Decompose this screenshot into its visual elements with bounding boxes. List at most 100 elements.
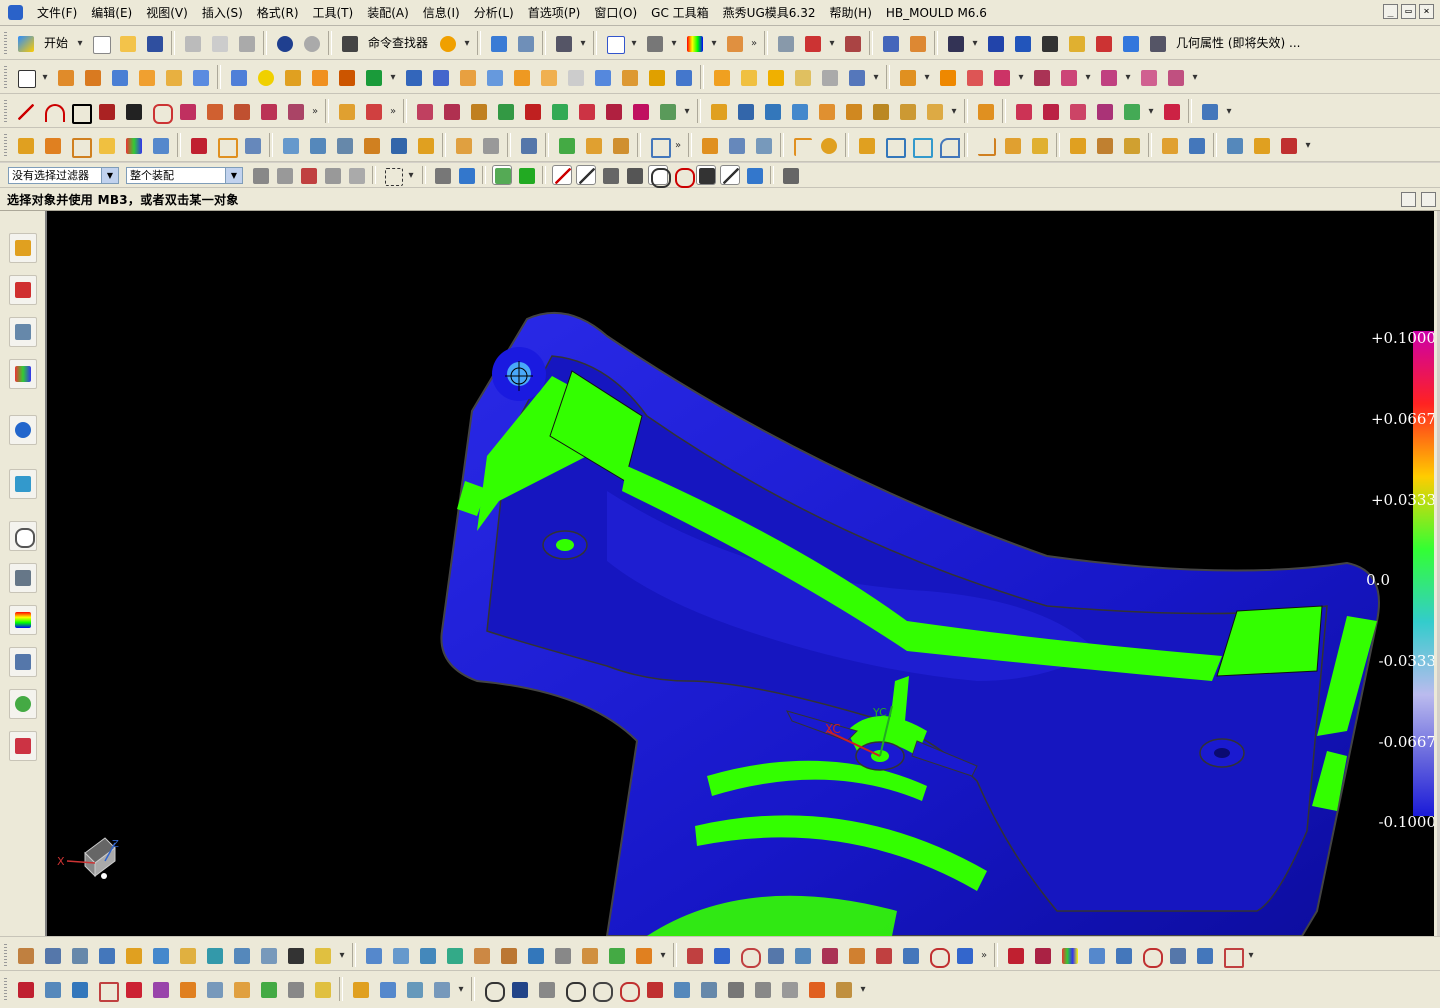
diagonal-icon[interactable] (898, 943, 922, 967)
screw-6-icon[interactable] (496, 943, 520, 967)
system-materials-tab[interactable] (9, 563, 37, 593)
roles-tab[interactable] (9, 689, 37, 719)
restore-button[interactable]: ▭ (1401, 4, 1416, 19)
slash-tool-icon[interactable] (871, 943, 895, 967)
mold-csys-icon[interactable] (466, 99, 490, 123)
divide-curve-icon[interactable] (361, 99, 385, 123)
blue-square-icon[interactable] (881, 133, 906, 158)
menu-gc-toolkit[interactable]: GC 工具箱 (644, 3, 716, 23)
sketch-icon[interactable] (13, 65, 37, 89)
quadrant-point-icon[interactable] (672, 165, 695, 188)
bracket-icon[interactable] (646, 133, 671, 158)
background-icon[interactable] (722, 31, 746, 55)
screw-10-icon[interactable] (604, 943, 628, 967)
camera-icon[interactable] (516, 133, 540, 157)
snap-point-icon[interactable] (516, 165, 536, 185)
yellow-box-icon[interactable] (310, 977, 334, 1001)
make-coplanar-icon[interactable] (1096, 65, 1120, 89)
arc-icon[interactable] (40, 99, 65, 123)
binoculars-icon[interactable] (337, 31, 361, 55)
fit-view-icon[interactable] (602, 31, 626, 55)
patch-icon[interactable] (644, 65, 668, 89)
history-tab[interactable] (9, 469, 37, 499)
snap-enable-icon[interactable] (492, 165, 512, 185)
screw-9-icon[interactable] (577, 943, 601, 967)
mold-wizard-icon[interactable] (412, 99, 436, 123)
check-regions-icon[interactable] (1011, 99, 1035, 123)
parting-manager-icon[interactable] (973, 99, 997, 123)
green-check-icon[interactable] (256, 977, 280, 1001)
mold-base-icon[interactable] (601, 99, 625, 123)
deviation-icon[interactable] (1118, 31, 1142, 55)
purple-shape-icon[interactable] (148, 977, 172, 1001)
project-curve-icon[interactable] (175, 99, 199, 123)
mold-tool-11-icon[interactable] (283, 943, 307, 967)
slider-tool-icon[interactable] (831, 977, 855, 1001)
green-doc-icon[interactable] (554, 133, 578, 157)
trim-solid-icon[interactable] (868, 99, 892, 123)
extrude-icon[interactable] (53, 65, 77, 89)
dimension-icon[interactable] (278, 133, 302, 157)
assembly-navigator-tab[interactable] (9, 233, 37, 263)
nx-app-icon[interactable] (8, 5, 23, 20)
menu-window[interactable]: 窗口(O) (587, 3, 644, 23)
screw-7-icon[interactable] (523, 943, 547, 967)
box-solid-icon[interactable] (94, 133, 118, 157)
layers-icon[interactable] (229, 977, 253, 1001)
door-icon[interactable] (1249, 133, 1273, 157)
window-tool-icon[interactable] (1084, 943, 1108, 967)
mold-tool-4-icon[interactable] (94, 943, 118, 967)
split-line-icon[interactable] (305, 133, 329, 157)
menu-edit[interactable]: 编辑(E) (84, 3, 139, 23)
screw-1-icon[interactable] (361, 943, 385, 967)
backup-parting-icon[interactable] (1197, 99, 1221, 123)
bridge-tool-icon[interactable] (148, 133, 172, 157)
orange-shape-icon[interactable] (175, 977, 199, 1001)
reset-filter-icon[interactable] (250, 165, 270, 185)
design-parting-surface-icon[interactable] (1065, 99, 1089, 123)
menu-file[interactable]: 文件(F) (30, 3, 84, 23)
color-grid-icon[interactable] (121, 133, 145, 157)
gray-block-icon[interactable] (478, 133, 502, 157)
close-button[interactable]: × (1419, 4, 1434, 19)
join-curve-icon[interactable] (256, 99, 280, 123)
draft-analysis-icon[interactable] (1091, 31, 1115, 55)
point-on-curve-icon[interactable] (720, 165, 740, 185)
edit-patches-icon[interactable] (1092, 99, 1116, 123)
hook-tool-icon[interactable] (723, 977, 747, 1001)
body-select-icon[interactable] (322, 165, 342, 185)
arc-center-icon[interactable] (648, 165, 671, 188)
offset-face-icon[interactable] (536, 65, 560, 89)
delete-face-icon[interactable] (935, 65, 959, 89)
red-cube-icon[interactable] (1003, 943, 1027, 967)
h-bar-icon[interactable] (1027, 133, 1051, 157)
region-analysis-icon[interactable] (733, 99, 757, 123)
curve-patch-icon[interactable] (760, 99, 784, 123)
sphere-icon[interactable] (253, 65, 277, 89)
trim-curve-icon[interactable] (334, 99, 358, 123)
cut-icon[interactable] (180, 31, 204, 55)
box-outline-icon[interactable] (94, 977, 119, 1002)
menu-assemblies[interactable]: 装配(A) (360, 3, 416, 23)
repeat-command-icon[interactable] (435, 31, 459, 55)
menu-analysis[interactable]: 分析(L) (467, 3, 521, 23)
bridge-curve-icon[interactable] (229, 99, 253, 123)
manufacturing-wizards-tab[interactable] (9, 647, 37, 677)
snap-point-icon[interactable] (878, 31, 902, 55)
tree-icon[interactable] (763, 943, 787, 967)
edit-object-display-icon[interactable] (486, 31, 510, 55)
wcs-orient-icon[interactable] (840, 31, 864, 55)
text-tool-icon[interactable] (13, 133, 37, 157)
align-icon[interactable] (697, 133, 721, 157)
slope-icon[interactable] (1000, 133, 1024, 157)
offset-region-icon[interactable] (1029, 65, 1053, 89)
geometry-property-button[interactable]: 几何属性 (即将失效) ... (1172, 31, 1304, 55)
frame-icon[interactable] (213, 133, 238, 158)
show-hide-icon[interactable] (513, 31, 537, 55)
resize-face-icon[interactable] (989, 65, 1013, 89)
corner-icon[interactable] (789, 133, 813, 157)
grid-9-icon[interactable] (817, 943, 841, 967)
question-icon[interactable] (642, 977, 666, 1001)
hole-icon[interactable] (134, 65, 158, 89)
end-point-icon[interactable] (552, 165, 572, 185)
